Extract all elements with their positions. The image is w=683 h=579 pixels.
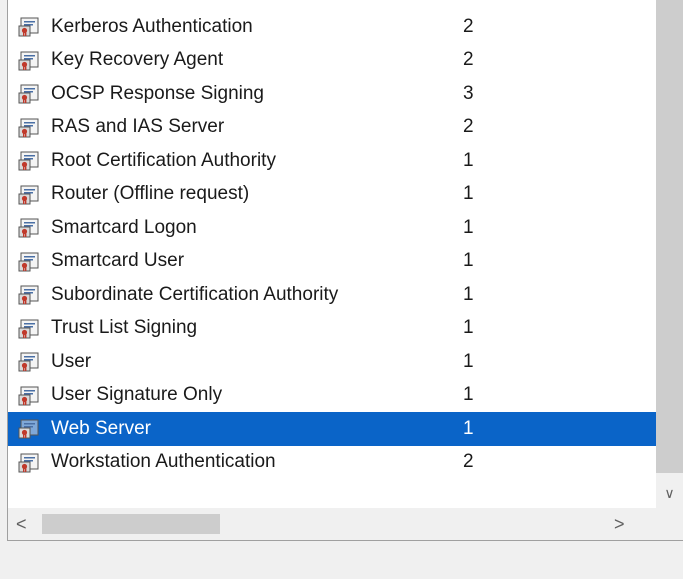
horizontal-scrollbar[interactable]: < > bbox=[8, 508, 656, 540]
list-item[interactable]: Router (Offline request) 1 bbox=[8, 178, 656, 212]
template-count: 1 bbox=[463, 216, 474, 238]
template-name: RAS and IAS Server bbox=[51, 116, 225, 138]
template-list-view[interactable]: Kerberos Authentication 2 Key Recovery Ag… bbox=[7, 0, 683, 541]
list-item[interactable]: Subordinate Certification Authority 1 bbox=[8, 278, 656, 312]
template-name: Kerberos Authentication bbox=[51, 15, 253, 37]
template-count: 2 bbox=[463, 15, 474, 37]
vertical-scrollbar[interactable]: ∨ bbox=[656, 0, 683, 508]
certificate-template-icon bbox=[18, 453, 40, 473]
template-count: 1 bbox=[463, 149, 474, 171]
list-item[interactable]: Smartcard User 1 bbox=[8, 245, 656, 279]
list-item[interactable]: Workstation Authentication 2 bbox=[8, 446, 656, 480]
list-item[interactable]: User 1 bbox=[8, 345, 656, 379]
dialog-frame: Kerberos Authentication 2 Key Recovery Ag… bbox=[0, 0, 683, 579]
list-item[interactable]: Web Server 1 bbox=[8, 412, 656, 446]
list-item[interactable]: OCSP Response Signing 3 bbox=[8, 77, 656, 111]
list-item[interactable]: Key Recovery Agent 2 bbox=[8, 44, 656, 78]
certificate-template-icon bbox=[18, 252, 40, 272]
certificate-template-icon bbox=[18, 151, 40, 171]
certificate-template-icon bbox=[18, 319, 40, 339]
template-name: User Signature Only bbox=[51, 384, 223, 406]
template-count: 2 bbox=[463, 49, 474, 71]
certificate-template-icon bbox=[18, 352, 40, 372]
list-item[interactable]: Smartcard Logon 1 bbox=[8, 211, 656, 245]
template-name: Key Recovery Agent bbox=[51, 49, 224, 71]
template-name: User bbox=[51, 350, 92, 372]
template-name: Root Certification Authority bbox=[51, 149, 276, 171]
certificate-template-icon bbox=[18, 17, 40, 37]
template-count: 1 bbox=[463, 250, 474, 272]
template-rows: Kerberos Authentication 2 Key Recovery Ag… bbox=[8, 10, 656, 479]
template-count: 1 bbox=[463, 283, 474, 305]
template-count: 1 bbox=[463, 384, 474, 406]
scrollbar-corner bbox=[656, 508, 683, 540]
scroll-down-icon[interactable]: ∨ bbox=[656, 478, 683, 508]
template-count: 1 bbox=[463, 317, 474, 339]
list-item[interactable]: RAS and IAS Server 2 bbox=[8, 111, 656, 145]
certificate-template-icon bbox=[18, 386, 40, 406]
template-count: 1 bbox=[463, 417, 474, 439]
template-name: Web Server bbox=[51, 417, 151, 439]
template-count: 3 bbox=[463, 82, 474, 104]
template-name: Trust List Signing bbox=[51, 317, 198, 339]
scroll-right-icon[interactable]: > bbox=[614, 508, 638, 540]
list-item[interactable]: Root Certification Authority 1 bbox=[8, 144, 656, 178]
template-count: 1 bbox=[463, 183, 474, 205]
scroll-left-icon[interactable]: < bbox=[16, 508, 40, 540]
template-name: Workstation Authentication bbox=[51, 451, 276, 473]
template-count: 2 bbox=[463, 116, 474, 138]
template-name: Smartcard User bbox=[51, 250, 185, 272]
template-name: Smartcard Logon bbox=[51, 216, 197, 238]
certificate-template-icon bbox=[18, 118, 40, 138]
template-count: 1 bbox=[463, 350, 474, 372]
list-item[interactable]: Kerberos Authentication 2 bbox=[8, 10, 656, 44]
template-name: OCSP Response Signing bbox=[51, 82, 264, 104]
certificate-template-icon bbox=[18, 419, 40, 439]
vertical-scroll-thumb[interactable] bbox=[656, 0, 683, 473]
certificate-template-icon bbox=[18, 51, 40, 71]
template-name: Subordinate Certification Authority bbox=[51, 283, 339, 305]
list-item[interactable]: User Signature Only 1 bbox=[8, 379, 656, 413]
template-count: 2 bbox=[463, 451, 474, 473]
certificate-template-icon bbox=[18, 218, 40, 238]
list-item[interactable]: Trust List Signing 1 bbox=[8, 312, 656, 346]
template-name: Router (Offline request) bbox=[51, 183, 250, 205]
certificate-template-icon bbox=[18, 84, 40, 104]
horizontal-scroll-thumb[interactable] bbox=[42, 514, 220, 534]
certificate-template-icon bbox=[18, 285, 40, 305]
certificate-template-icon bbox=[18, 185, 40, 205]
